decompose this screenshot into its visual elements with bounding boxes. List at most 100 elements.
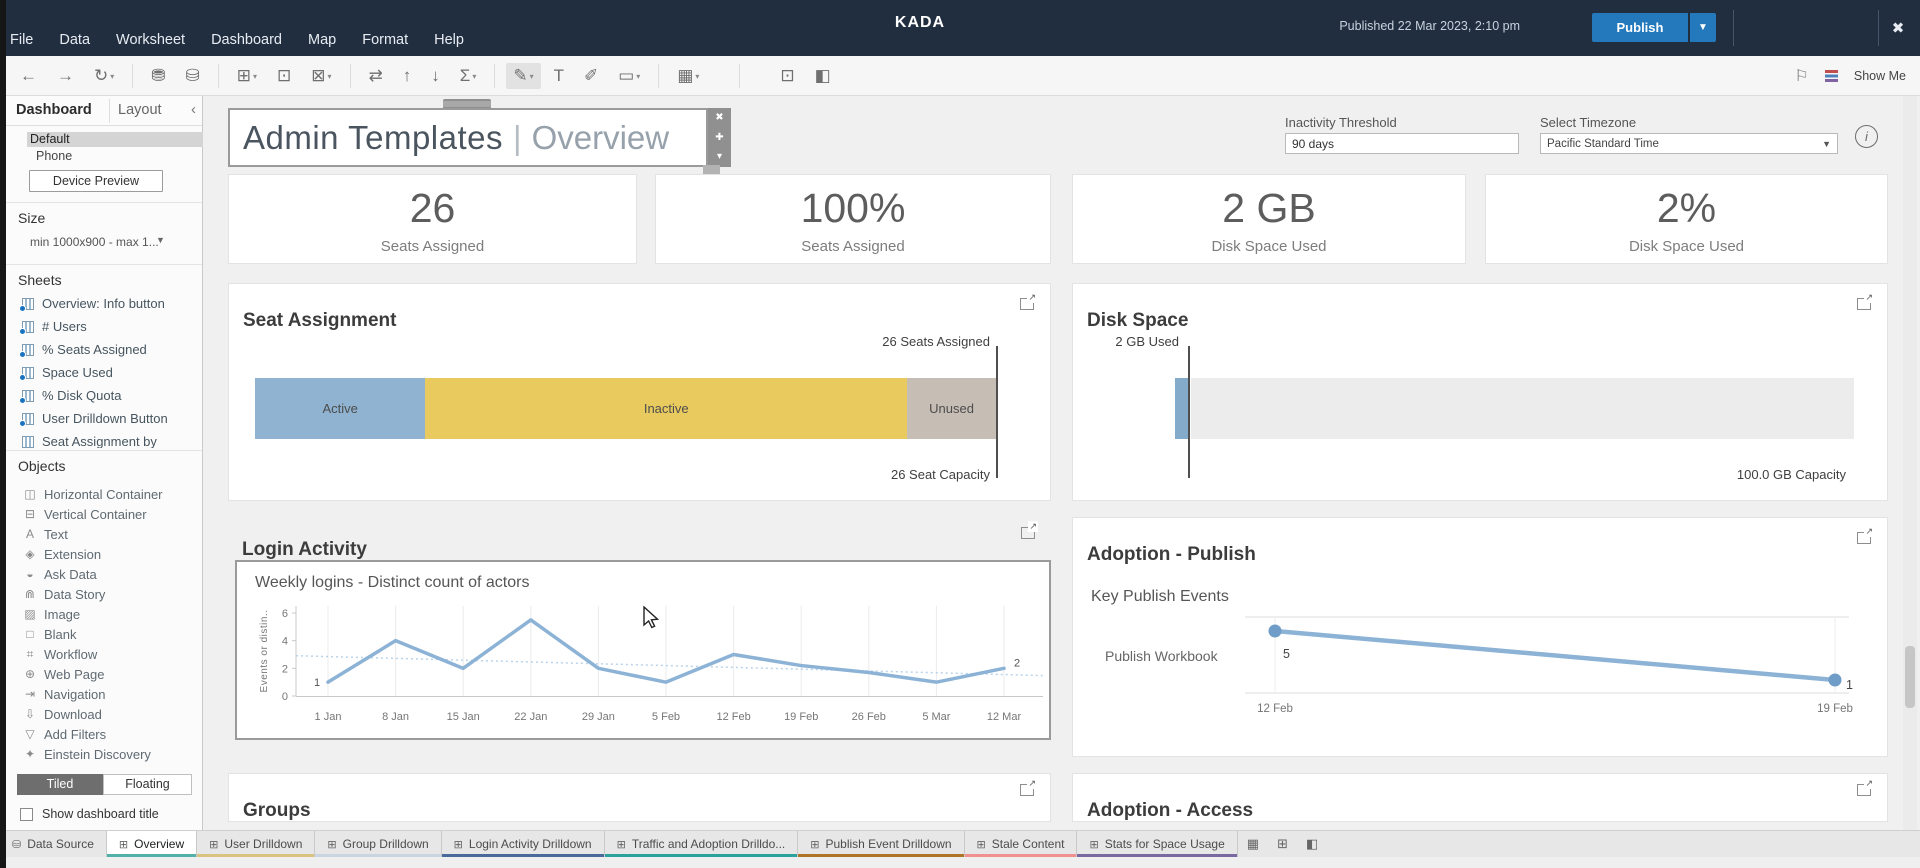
timezone-select[interactable]: Pacific Standard Time ▼ (1540, 133, 1838, 154)
seat-segment-inactive[interactable]: Inactive (425, 378, 907, 439)
redo-icon[interactable]: → (50, 63, 81, 89)
clear-sheet-icon[interactable]: ⊠▾ (304, 63, 338, 89)
show-dashboard-title-checkbox[interactable] (20, 808, 33, 821)
item-more-options-icon[interactable]: ▾ (717, 151, 722, 163)
object-item-vertical-container[interactable]: ⊟Vertical Container (6, 504, 202, 524)
kpi-card[interactable]: 2%Disk Space Used (1485, 174, 1888, 264)
size-dropdown[interactable]: min 1000x900 - max 1... (30, 235, 159, 249)
totals-icon[interactable]: Σ▾ (453, 63, 484, 89)
new-story-tab-icon[interactable]: ◧ (1297, 831, 1327, 857)
new-dashboard-tab-icon[interactable]: ⊞ (1268, 831, 1297, 857)
selection-handle[interactable] (703, 165, 720, 174)
object-item-blank[interactable]: □Blank (6, 624, 202, 644)
sheet-item[interactable]: % Disk Quota (6, 384, 202, 407)
seat-segment-active[interactable]: Active (255, 378, 425, 439)
object-item-image[interactable]: ▨Image (6, 604, 202, 624)
floating-button[interactable]: Floating (103, 774, 192, 795)
new-worksheet-tab-icon[interactable]: ▦ (1238, 831, 1268, 857)
pause-auto-updates-icon[interactable]: ⛁ (179, 63, 207, 89)
object-item-extension[interactable]: ◈Extension (6, 544, 202, 564)
remove-item-icon[interactable]: ✖ (715, 112, 723, 124)
tab-publish-event-drilldown[interactable]: ⊞Publish Event Drilldown (798, 831, 964, 857)
menu-worksheet[interactable]: Worksheet (116, 32, 185, 48)
object-item-workflow[interactable]: ⌗Workflow (6, 644, 202, 664)
device-layouts-icon[interactable]: ◧ (808, 63, 838, 89)
kpi-card[interactable]: 26Seats Assigned (228, 174, 637, 264)
highlight-icon[interactable]: ✎▾ (506, 63, 540, 89)
tab-traffic-and-adoption-drilldo-[interactable]: ⊞Traffic and Adoption Drilldo... (605, 831, 799, 857)
object-item-data-story[interactable]: ⋒Data Story (6, 584, 202, 604)
presentation-mode-icon[interactable]: ⊡ (773, 63, 801, 89)
view-cards-icon[interactable]: ▦▾ (670, 63, 706, 89)
show-me-icon[interactable] (1825, 70, 1838, 82)
publish-dropdown-icon[interactable]: ▼ (1690, 13, 1716, 42)
collapse-pane-icon[interactable]: ‹ (191, 101, 196, 118)
menu-format[interactable]: Format (362, 32, 408, 48)
pin-item-icon[interactable]: ✚ (715, 132, 723, 144)
object-item-download[interactable]: ⇩Download (6, 704, 202, 724)
object-item-add-filters[interactable]: ▽Add Filters (6, 724, 202, 744)
sheet-item[interactable]: # Users (6, 315, 202, 338)
go-to-sheet-icon[interactable] (1857, 298, 1871, 310)
kpi-card[interactable]: 2 GBDisk Space Used (1072, 174, 1466, 264)
login-activity-sheet[interactable]: Weekly logins - Distinct count of actors… (235, 560, 1051, 740)
inactivity-threshold-input[interactable] (1285, 133, 1519, 154)
device-item-phone[interactable]: Phone (36, 149, 72, 163)
menu-map[interactable]: Map (308, 32, 336, 48)
sheet-item[interactable]: % Seats Assigned (6, 338, 202, 361)
object-item-ask-data[interactable]: ◒Ask Data (6, 564, 202, 584)
disk-used-bar[interactable] (1175, 378, 1188, 439)
object-item-horizontal-container[interactable]: ◫Horizontal Container (6, 484, 202, 504)
sheet-item[interactable]: Overview: Info button (6, 292, 202, 315)
go-to-sheet-icon[interactable] (1020, 298, 1034, 310)
go-to-sheet-icon[interactable] (1021, 527, 1035, 539)
sort-ascending-icon[interactable]: ↑ (396, 63, 419, 89)
annotate-icon[interactable]: ✐ (577, 63, 605, 89)
device-item-default[interactable]: Default (27, 132, 203, 147)
replay-icon[interactable]: ↻▾ (87, 63, 121, 89)
device-designer-icon[interactable]: ⚐ (1795, 66, 1809, 86)
dashboard-title-container[interactable]: Admin Templates | Overview (228, 108, 708, 167)
size-dropdown-caret-icon[interactable]: ▼ (156, 235, 165, 245)
tab-layout[interactable]: Layout (118, 102, 162, 118)
show-mark-labels-icon[interactable]: T (547, 63, 571, 89)
go-to-sheet-icon[interactable] (1857, 784, 1871, 796)
login-activity-chart[interactable]: 0246Events or distin..121 Jan8 Jan15 Jan… (237, 562, 1049, 738)
seat-assignment-bar[interactable]: ActiveInactiveUnused (255, 378, 996, 439)
kpi-card[interactable]: 100%Seats Assigned (655, 174, 1051, 264)
menu-help[interactable]: Help (434, 32, 464, 48)
tab-stale-content[interactable]: ⊞Stale Content (965, 831, 1078, 857)
sheet-item[interactable]: Space Used (6, 361, 202, 384)
menu-data[interactable]: Data (59, 32, 90, 48)
show-me-label[interactable]: Show Me (1854, 69, 1906, 83)
menu-dashboard[interactable]: Dashboard (211, 32, 282, 48)
tab-login-activity-drilldown[interactable]: ⊞Login Activity Drilldown (442, 831, 605, 857)
new-data-source-icon[interactable]: ⛃ (144, 63, 172, 89)
sheet-item[interactable]: Seat Assignment by (6, 430, 202, 448)
window-close-icon[interactable]: ✖ (1886, 17, 1910, 41)
duplicate-sheet-icon[interactable]: ⊡ (270, 63, 298, 89)
swap-rows-columns-icon[interactable]: ⇄ (362, 63, 390, 89)
tiled-button[interactable]: Tiled (17, 774, 103, 795)
disk-capacity-bar[interactable] (1191, 378, 1854, 439)
borders-icon[interactable]: ▭▾ (611, 63, 647, 89)
tab-dashboard[interactable]: Dashboard (16, 102, 92, 118)
new-worksheet-icon[interactable]: ⊞▾ (230, 63, 264, 89)
object-item-einstein-discovery[interactable]: ✦Einstein Discovery (6, 744, 202, 764)
tab-overview[interactable]: ⊞Overview (107, 831, 197, 857)
device-preview-button[interactable]: Device Preview (29, 170, 163, 192)
publish-button[interactable]: Publish (1592, 13, 1688, 42)
adoption-publish-chart[interactable]: 5112 Feb19 Feb (1073, 518, 1887, 732)
sort-descending-icon[interactable]: ↓ (424, 63, 447, 89)
tab-user-drilldown[interactable]: ⊞User Drilldown (197, 831, 315, 857)
object-item-navigation[interactable]: ⇥Navigation (6, 684, 202, 704)
tab-data-source[interactable]: ⛁Data Source (0, 831, 107, 857)
tab-group-drilldown[interactable]: ⊞Group Drilldown (315, 831, 441, 857)
seat-segment-unused[interactable]: Unused (907, 378, 996, 439)
object-item-web-page[interactable]: ⊕Web Page (6, 664, 202, 684)
sheet-item[interactable]: User Drilldown Button (6, 407, 202, 430)
go-to-sheet-icon[interactable] (1020, 784, 1034, 796)
undo-icon[interactable]: ← (13, 63, 44, 89)
tab-stats-for-space-usage[interactable]: ⊞Stats for Space Usage (1077, 831, 1237, 857)
info-icon[interactable]: i (1855, 125, 1878, 148)
